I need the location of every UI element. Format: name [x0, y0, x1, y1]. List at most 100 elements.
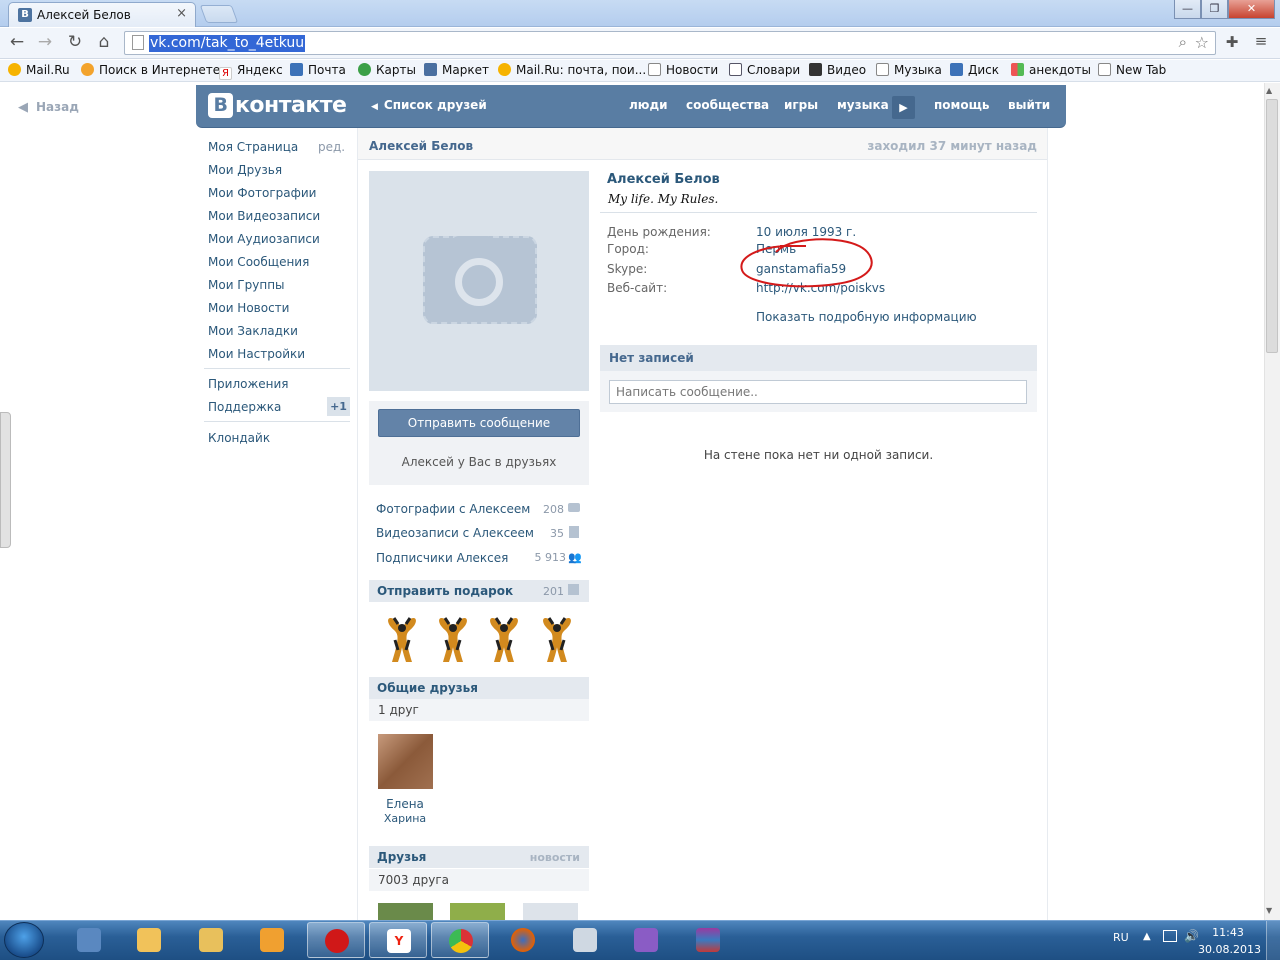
bookmark-disk[interactable]: Диск [950, 63, 999, 77]
clock-time[interactable]: 11:43 [1198, 926, 1258, 939]
bookmark-news[interactable]: Новости [648, 63, 718, 77]
city-label: Город: [607, 242, 649, 256]
minimize-button[interactable]: — [1174, 0, 1201, 19]
close-window-button[interactable]: ✕ [1228, 0, 1275, 19]
taskbar-opera[interactable] [307, 922, 365, 958]
nav-music[interactable]: музыка [837, 98, 889, 112]
nav-people[interactable]: люди [629, 98, 668, 112]
play-icon[interactable]: ▶ [892, 96, 915, 119]
start-button[interactable] [4, 922, 44, 958]
scrollbar-thumb[interactable] [1266, 99, 1278, 353]
zoom-icon[interactable]: ⌕ [1179, 33, 1187, 51]
tab-close-icon[interactable]: × [176, 6, 187, 21]
reload-icon[interactable]: ↻ [64, 32, 86, 52]
maximize-button[interactable]: ❐ [1201, 0, 1228, 19]
left-nav-klondike[interactable]: Клондайк [208, 431, 270, 445]
mutual-friend-last-name[interactable]: Харина [370, 812, 440, 825]
bookmark-jokes[interactable]: анекдоты [1011, 63, 1091, 77]
left-nav-support[interactable]: Поддержка [208, 400, 281, 414]
back-link[interactable]: ◀ Назад [18, 100, 79, 115]
friends-news-link[interactable]: новости [520, 851, 580, 864]
videos-with-link[interactable]: Видеозаписи с Алексеем [376, 526, 534, 540]
bookmark-mail[interactable]: Почта [290, 63, 346, 77]
st-george-ribbon-gift[interactable] [482, 610, 526, 664]
photos-with-link[interactable]: Фотографии с Алексеем [376, 502, 530, 516]
taskbar-explorer[interactable] [182, 922, 240, 958]
tools-icon [77, 928, 101, 952]
nav-logout[interactable]: выйти [1008, 98, 1050, 112]
taskbar-app[interactable] [60, 922, 118, 958]
bookmark-maps[interactable]: Карты [358, 63, 416, 77]
left-nav-groups[interactable]: Мои Группы [208, 278, 285, 292]
tab-title: Алексей Белов [37, 8, 131, 22]
nav-help[interactable]: помощь [934, 98, 989, 112]
address-bar[interactable]: vk.com/tak_to_4etkuu ⌕ ☆ [124, 31, 1216, 55]
taskbar-firefox[interactable] [494, 922, 552, 958]
mutual-friend-avatar[interactable] [378, 734, 433, 789]
show-more-info-link[interactable]: Показать подробную информацию [756, 310, 977, 324]
mailru-icon [8, 63, 21, 76]
followers-link[interactable]: Подписчики Алексея [376, 551, 508, 565]
st-george-ribbon-gift[interactable] [431, 610, 475, 664]
st-george-ribbon-gift[interactable] [380, 610, 424, 664]
bookmark-search[interactable]: Поиск в Интернете [81, 63, 220, 77]
bookmark-video[interactable]: Видео [809, 63, 866, 77]
left-nav-audio[interactable]: Мои Аудиозаписи [208, 232, 320, 246]
volume-icon[interactable]: 🔊 [1184, 929, 1199, 943]
photo-icon [568, 503, 580, 512]
bookmark-market[interactable]: Маркет [424, 63, 489, 77]
edit-link[interactable]: ред. [318, 140, 345, 154]
vk-logo[interactable]: Вконтакте [208, 93, 347, 118]
nav-communities[interactable]: сообщества [686, 98, 769, 112]
star-icon[interactable]: ☆ [1195, 33, 1209, 52]
mutual-friend-first-name[interactable]: Елена [370, 797, 440, 811]
send-message-button[interactable]: Отправить сообщение [378, 409, 580, 437]
bookmark-music[interactable]: Музыка [876, 63, 942, 77]
tray-arrow-icon[interactable]: ▲ [1143, 931, 1151, 942]
back-arrow-icon[interactable]: ← [6, 32, 28, 52]
left-nav-news[interactable]: Мои Новости [208, 301, 289, 315]
left-nav-apps[interactable]: Приложения [208, 377, 289, 391]
left-nav-my-page[interactable]: Моя Страница [208, 140, 298, 154]
left-nav-friends[interactable]: Мои Друзья [208, 163, 282, 177]
taskbar-calculator[interactable] [556, 922, 614, 958]
taskbar-visual-studio[interactable] [617, 922, 675, 958]
friend-avatar[interactable] [450, 903, 505, 920]
home-icon[interactable]: ⌂ [93, 32, 115, 52]
show-desktop-button[interactable] [1266, 921, 1280, 960]
taskbar-yandex-browser[interactable]: Y [369, 922, 427, 958]
forward-arrow-icon[interactable]: → [34, 32, 56, 52]
bookmark-dictionaries[interactable]: Словари [729, 63, 800, 77]
bookmark-mailru-mail[interactable]: Mail.Ru: почта, пои... [498, 63, 646, 77]
taskbar-media-player[interactable] [243, 922, 301, 958]
clock-date[interactable]: 30.08.2013 [1198, 943, 1261, 956]
taskbar-chrome[interactable] [431, 922, 489, 958]
side-panel-handle[interactable] [0, 412, 11, 548]
scroll-down-icon[interactable]: ▼ [1266, 906, 1272, 915]
scroll-up-icon[interactable]: ▲ [1266, 86, 1272, 95]
bookmark-new-tab[interactable]: New Tab [1098, 63, 1166, 77]
left-nav-messages[interactable]: Мои Сообщения [208, 255, 309, 269]
st-george-ribbon-gift[interactable] [535, 610, 579, 664]
taskbar-app[interactable] [120, 922, 178, 958]
friends-list-link[interactable]: ◀ Список друзей [371, 98, 487, 112]
left-nav-settings[interactable]: Мои Настройки [208, 347, 305, 361]
left-nav-bookmarks[interactable]: Мои Закладки [208, 324, 298, 338]
friend-avatar[interactable] [378, 903, 433, 920]
menu-wrench-icon[interactable]: ≡ [1250, 32, 1272, 50]
bookmark-mailru[interactable]: Mail.Ru [8, 63, 70, 77]
bookmark-yandex[interactable]: Я Яндекс [219, 63, 283, 80]
left-nav-videos[interactable]: Мои Видеозаписи [208, 209, 320, 223]
taskbar-winrar[interactable] [679, 922, 737, 958]
browser-tab[interactable]: В Алексей Белов × [8, 2, 196, 27]
extensions-icon[interactable]: ✚ [1221, 33, 1243, 51]
left-nav-photos[interactable]: Мои Фотографии [208, 186, 316, 200]
network-icon[interactable] [1163, 930, 1177, 942]
url-text[interactable]: vk.com/tak_to_4etkuu [149, 35, 306, 52]
language-indicator[interactable]: RU [1113, 931, 1129, 944]
wall-post-input[interactable]: Написать сообщение.. [609, 380, 1027, 404]
mutual-friends-title[interactable]: Общие друзья [369, 677, 589, 699]
new-tab-button[interactable] [199, 5, 239, 23]
nav-games[interactable]: игры [784, 98, 818, 112]
friend-avatar[interactable] [523, 903, 578, 920]
